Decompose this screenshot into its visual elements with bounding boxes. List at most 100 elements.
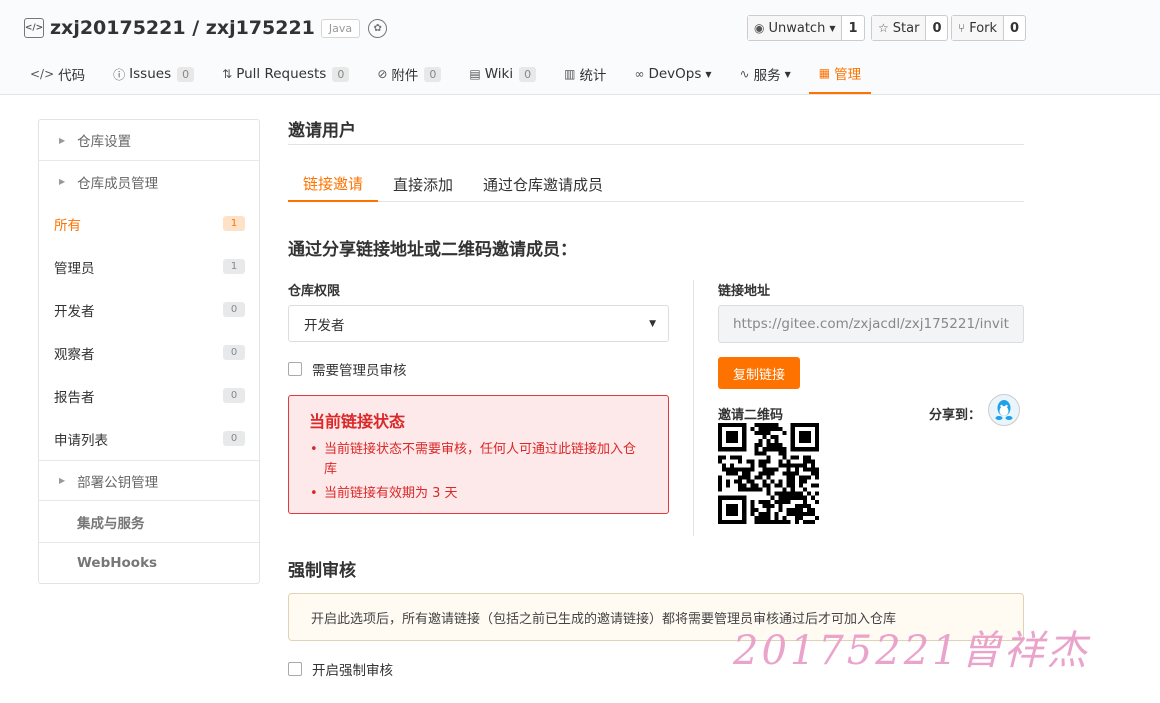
- tab-count: 0: [519, 66, 537, 82]
- star-count[interactable]: 0: [926, 16, 947, 40]
- tab-code[interactable]: </> 代码: [20, 54, 95, 94]
- tab-count: 0: [332, 66, 350, 82]
- star-label: Star: [892, 20, 920, 36]
- fork-button[interactable]: ⑂ Fork 0: [951, 15, 1027, 41]
- link-status-alert: 当前链接状态 当前链接状态不需要审核，任何人可通过此链接加入仓库 当前链接有效期…: [288, 395, 669, 514]
- caret-right-icon: ▶: [59, 177, 66, 186]
- force-review-title: 强制审核: [288, 561, 356, 581]
- permission-label: 仓库权限: [288, 284, 341, 299]
- repo-nav: </> 代码 ⓘ Issues 0 ⇅ Pull Requests 0 ⊘ 附件 0 ▤ Wik…: [20, 54, 879, 95]
- tab-wiki[interactable]: ▤ Wiki 0: [459, 54, 546, 94]
- repo-path[interactable]: zxj20175221 / zxj175221: [50, 17, 315, 39]
- sidebar-item-all[interactable]: 所有 1: [39, 202, 259, 245]
- tab-pull-requests[interactable]: ⇅ Pull Requests 0: [212, 54, 359, 94]
- tab-attachments[interactable]: ⊘ 附件 0: [367, 54, 451, 94]
- sidebar-item-developers[interactable]: 开发者 0: [39, 288, 259, 331]
- main-content: 邀请用户 链接邀请 直接添加 通过仓库邀请成员 通过分享链接地址或二维码邀请成员…: [288, 112, 1024, 679]
- sidebar-item-label: 观察者: [54, 346, 95, 363]
- sidebar-item-count: 1: [223, 259, 245, 274]
- tab-count: 0: [424, 66, 442, 82]
- sidebar-item-count: 0: [223, 431, 245, 446]
- tab-label: 服务: [753, 68, 781, 84]
- sidebar-item-integrations[interactable]: 集成与服务: [39, 501, 259, 542]
- invite-link-panel: 链接地址 https://gitee.com/zxjacdl/zxj175221…: [718, 280, 1024, 529]
- tab-label: 代码: [58, 68, 86, 84]
- invite-subtitle: 通过分享链接地址或二维码邀请成员：: [288, 240, 577, 260]
- eye-icon: ◉: [754, 21, 765, 35]
- repo-header: </> zxj20175221 / zxj175221 Java ✿ ◉ Unwa…: [0, 0, 1160, 95]
- tab-direct-add[interactable]: 直接添加: [378, 167, 468, 202]
- fork-label: Fork: [969, 20, 998, 36]
- tab-label: DevOps: [648, 66, 702, 82]
- tab-issues[interactable]: ⓘ Issues 0: [103, 54, 204, 94]
- sidebar-item-label: 开发者: [54, 303, 95, 320]
- sidebar-group-deploy-keys[interactable]: ▶ 部署公钥管理: [39, 460, 259, 501]
- copy-link-button[interactable]: 复制链接: [718, 357, 800, 389]
- pulse-icon: ∿: [739, 67, 750, 81]
- chevron-down-icon: ▼: [705, 69, 712, 79]
- tab-label: 统计: [579, 68, 607, 84]
- sidebar-item-label: 申请列表: [54, 432, 108, 449]
- star-icon: ☆: [878, 21, 889, 35]
- force-review-checkbox[interactable]: 开启强制审核: [288, 659, 393, 679]
- tab-repo-invite[interactable]: 通过仓库邀请成员: [468, 167, 618, 202]
- vertical-divider: [693, 280, 694, 536]
- sidebar-item-applications[interactable]: 申请列表 0: [39, 417, 259, 460]
- repo-title: </> zxj20175221 / zxj175221 Java ✿: [24, 14, 388, 42]
- sidebar-group-repo-settings[interactable]: ▶ 仓库设置: [39, 120, 259, 161]
- watermark-signature: 20175221曾祥杰: [733, 628, 1090, 674]
- tab-label: 管理: [834, 67, 862, 83]
- checkbox-icon[interactable]: [288, 662, 302, 676]
- sidebar-item-observers[interactable]: 观察者 0: [39, 331, 259, 374]
- tab-label: Issues: [129, 66, 172, 82]
- chevron-down-icon: ▼: [829, 23, 836, 33]
- qr-label: 邀请二维码: [718, 408, 784, 423]
- recommend-badge-icon[interactable]: ✿: [368, 18, 388, 38]
- manage-icon: ▦: [818, 66, 831, 80]
- qq-share-icon[interactable]: [988, 394, 1020, 426]
- repo-icon: </>: [24, 18, 44, 38]
- tab-manage[interactable]: ▦ 管理: [808, 54, 872, 94]
- sidebar-item-count: 0: [223, 345, 245, 360]
- pull-request-icon: ⇅: [222, 67, 233, 81]
- sidebar-item-reporters[interactable]: 报告者 0: [39, 374, 259, 417]
- sidebar-item-label: 管理员: [54, 260, 95, 277]
- sidebar-item-label: 报告者: [54, 389, 95, 406]
- watch-button[interactable]: ◉ Unwatch ▼ 1: [747, 15, 865, 41]
- invite-qr-code-icon: [718, 423, 819, 524]
- permission-select[interactable]: 开发者 ▼: [288, 305, 669, 342]
- sidebar-group-members[interactable]: ▶ 仓库成员管理: [39, 161, 259, 202]
- permission-value: 开发者: [304, 317, 345, 334]
- checkbox-icon[interactable]: [288, 362, 302, 376]
- language-badge[interactable]: Java: [320, 18, 361, 38]
- sidebar-item-admins[interactable]: 管理员 1: [39, 245, 259, 288]
- code-icon: </>: [30, 67, 55, 81]
- tab-label: 附件: [391, 68, 419, 84]
- invite-tabs: 链接邀请 直接添加 通过仓库邀请成员: [288, 167, 1024, 202]
- fork-count[interactable]: 0: [1004, 16, 1025, 40]
- tab-link-invite[interactable]: 链接邀请: [288, 167, 379, 202]
- tab-label: Wiki: [484, 66, 514, 82]
- require-review-checkbox[interactable]: 需要管理员审核: [288, 359, 669, 379]
- sidebar-group-label: 部署公钥管理: [77, 474, 159, 491]
- sidebar-item-webhooks[interactable]: WebHooks: [39, 542, 259, 583]
- dropdown-arrow-icon: ▼: [649, 318, 656, 329]
- invite-link-input[interactable]: https://gitee.com/zxjacdl/zxj175221/invi…: [718, 305, 1024, 343]
- star-button[interactable]: ☆ Star 0: [871, 15, 949, 41]
- infinity-icon: ∞: [634, 67, 645, 81]
- tab-devops[interactable]: ∞ DevOps ▼: [624, 54, 721, 94]
- watch-label: Unwatch: [768, 20, 826, 36]
- sidebar-item-label: WebHooks: [77, 555, 158, 571]
- sidebar-group-label: 仓库设置: [77, 134, 132, 150]
- watch-count[interactable]: 1: [842, 16, 863, 40]
- paperclip-icon: ⊘: [377, 67, 388, 81]
- sidebar-item-count: 0: [223, 388, 245, 403]
- share-label: 分享到：: [929, 408, 982, 423]
- sidebar-item-label: 所有: [54, 217, 81, 234]
- chevron-down-icon: ▼: [784, 69, 791, 79]
- fork-icon: ⑂: [958, 21, 966, 35]
- tab-services[interactable]: ∿ 服务 ▼: [730, 54, 801, 94]
- invite-options: 仓库权限 开发者 ▼ 需要管理员审核 当前链接状态 当前链接状态不需要审核，任何…: [288, 280, 669, 514]
- page-title: 邀请用户: [288, 112, 1024, 145]
- tab-stats[interactable]: ▥ 统计: [554, 54, 616, 94]
